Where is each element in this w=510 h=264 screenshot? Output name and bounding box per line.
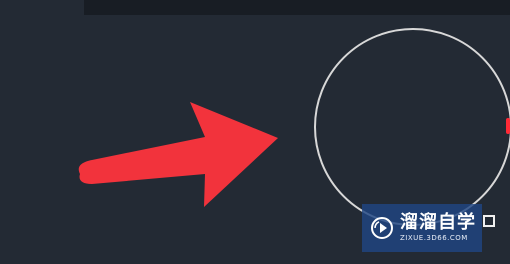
red-marker — [506, 118, 510, 134]
circle-outline[interactable] — [314, 28, 510, 226]
grip-handle-icon[interactable] — [483, 215, 495, 227]
watermark-url: ZIXUE.3D66.COM — [400, 234, 468, 242]
red-arrow-icon — [78, 102, 279, 207]
watermark-title: 溜溜自学 — [400, 212, 476, 233]
watermark-badge: 溜溜自学 ZIXUE.3D66.COM — [362, 204, 482, 252]
cad-viewport[interactable]: 溜溜自学 ZIXUE.3D66.COM — [0, 0, 510, 264]
play-logo-icon — [371, 217, 393, 239]
